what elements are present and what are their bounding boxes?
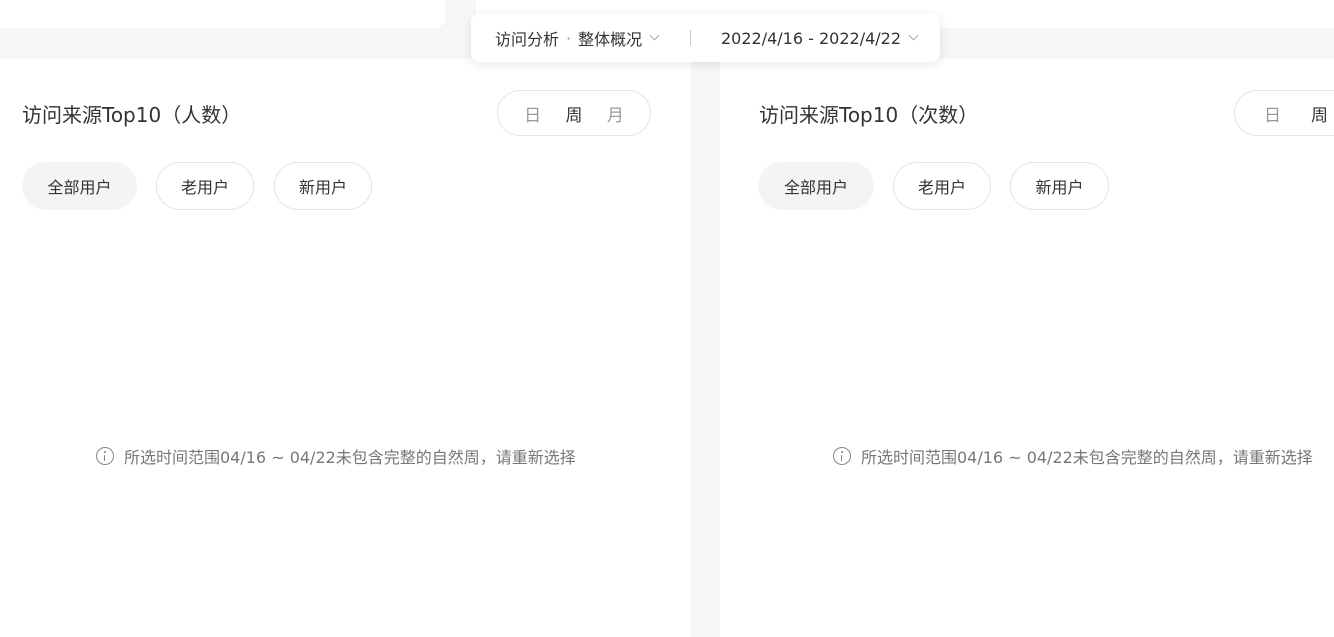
period-toggle: 日 周 月 (497, 90, 651, 136)
info-icon (96, 447, 114, 465)
filter-divider (690, 30, 691, 46)
segment-new-users[interactable]: 新用户 (1010, 162, 1109, 210)
chevron-down-icon (649, 30, 660, 40)
period-month[interactable]: 月 (603, 101, 628, 126)
segment-returning-users[interactable]: 老用户 (893, 162, 991, 210)
analysis-label: 访问分析 (495, 30, 560, 49)
date-range-picker[interactable]: 2022/4/16 - 2022/4/22 (721, 27, 919, 49)
empty-notice: 所选时间范围04/16 ~ 04/22未包含完整的自然周，请重新选择 (833, 444, 1313, 468)
panel-title: 访问来源Top10（次数） (759, 103, 979, 127)
segment-all-users[interactable]: 全部用户 (758, 162, 874, 210)
visits-source-users-panel: 访问来源Top10（人数） 日 周 月 全部用户 老用户 新用户 所选时间范围0… (0, 59, 691, 637)
notice-text: 所选时间范围04/16 ~ 04/22未包含完整的自然周，请重新选择 (861, 448, 1313, 467)
period-day[interactable]: 日 (520, 101, 545, 126)
period-day[interactable]: 日 (1260, 101, 1285, 126)
panel-title: 访问来源Top10（人数） (22, 103, 242, 127)
segment-returning-users[interactable]: 老用户 (156, 162, 254, 210)
filter-bar: 访问分析 · 整体概况 2022/4/16 - 2022/4/22 (471, 14, 940, 62)
analysis-value: 整体概况 (578, 30, 643, 49)
info-icon (833, 447, 851, 465)
segment-new-users[interactable]: 新用户 (274, 162, 372, 210)
analysis-separator: · (566, 28, 572, 48)
period-week[interactable]: 周 (1307, 101, 1332, 126)
analysis-selector[interactable]: 访问分析 · 整体概况 (495, 27, 660, 49)
chevron-down-icon (908, 30, 919, 40)
period-toggle: 日 周 (1234, 90, 1334, 136)
notice-text: 所选时间范围04/16 ~ 04/22未包含完整的自然周，请重新选择 (124, 448, 576, 467)
date-range-text: 2022/4/16 - 2022/4/22 (721, 28, 902, 48)
segment-all-users[interactable]: 全部用户 (22, 162, 137, 210)
period-week[interactable]: 周 (561, 101, 586, 126)
visits-source-count-panel: 访问来源Top10（次数） 日 周 全部用户 老用户 新用户 所选时间范围04/… (720, 59, 1334, 637)
top-card-left (0, 0, 445, 28)
empty-notice: 所选时间范围04/16 ~ 04/22未包含完整的自然周，请重新选择 (96, 444, 576, 468)
